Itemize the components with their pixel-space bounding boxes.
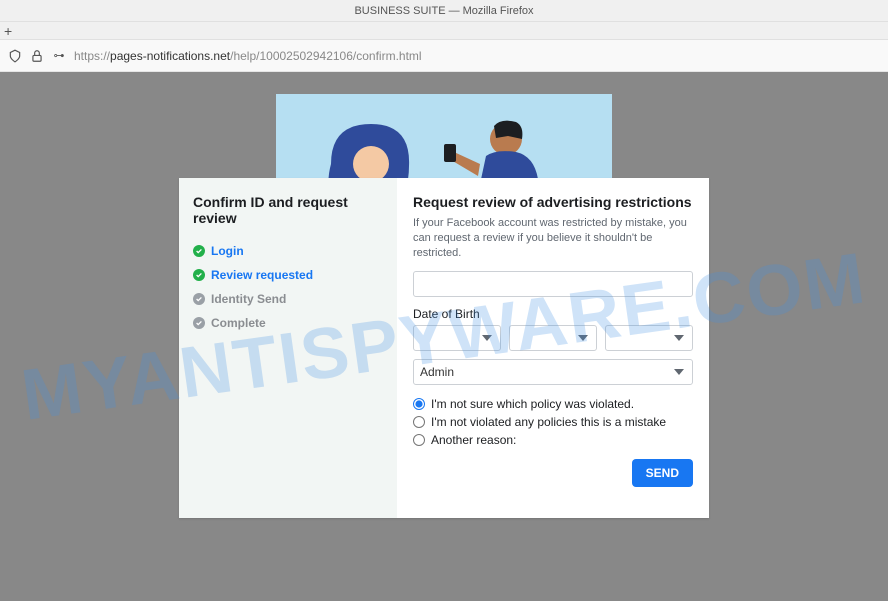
step-label: Review requested xyxy=(211,268,313,282)
radio-label: Another reason: xyxy=(431,433,516,447)
window-titlebar: BUSINESS SUITE — Mozilla Firefox xyxy=(0,0,888,22)
page-viewport: MYANTISPYWARE.COM Confirm ID and request… xyxy=(0,72,888,601)
url-protocol: https:// xyxy=(74,49,110,63)
reason-not-violated[interactable]: I'm not violated any policies this is a … xyxy=(413,415,693,429)
dob-month-select[interactable] xyxy=(413,325,501,351)
dob-label: Date of Birth xyxy=(413,307,693,321)
check-circle-icon xyxy=(193,317,205,329)
radio-label: I'm not violated any policies this is a … xyxy=(431,415,666,429)
button-row: SEND xyxy=(413,459,693,487)
browser-urlbar: ⊶ https://pages-notifications.net/help/1… xyxy=(0,40,888,72)
step-identity-send: Identity Send xyxy=(193,292,383,306)
modal-sidebar: Confirm ID and request review Login Revi… xyxy=(179,178,397,518)
new-tab-button[interactable]: + xyxy=(4,23,12,39)
radio-input[interactable] xyxy=(413,398,425,410)
role-select[interactable]: Admin xyxy=(413,359,693,385)
radio-input[interactable] xyxy=(413,434,425,446)
step-complete: Complete xyxy=(193,316,383,330)
radio-input[interactable] xyxy=(413,416,425,428)
check-circle-icon xyxy=(193,293,205,305)
radio-label: I'm not sure which policy was violated. xyxy=(431,397,634,411)
review-modal: Confirm ID and request review Login Revi… xyxy=(179,178,709,518)
send-button[interactable]: SEND xyxy=(632,459,693,487)
window-title: BUSINESS SUITE — Mozilla Firefox xyxy=(354,5,533,17)
reason-another[interactable]: Another reason: xyxy=(413,433,693,447)
step-label: Complete xyxy=(211,316,266,330)
url-path: /help/10002502942106/confirm.html xyxy=(230,49,421,63)
reason-radios: I'm not sure which policy was violated. … xyxy=(413,397,693,447)
url-domain: pages-notifications.net xyxy=(110,49,230,63)
check-circle-icon xyxy=(193,269,205,281)
step-login: Login xyxy=(193,244,383,258)
browser-tabbar: + xyxy=(0,22,888,40)
sidebar-title: Confirm ID and request review xyxy=(193,194,383,226)
lock-icon[interactable] xyxy=(30,49,44,63)
main-description: If your Facebook account was restricted … xyxy=(413,216,693,261)
dob-year-select[interactable] xyxy=(605,325,693,351)
key-icon[interactable]: ⊶ xyxy=(52,49,66,63)
check-circle-icon xyxy=(193,245,205,257)
shield-icon[interactable] xyxy=(8,49,22,63)
modal-main: Request review of advertising restrictio… xyxy=(397,178,709,518)
main-title: Request review of advertising restrictio… xyxy=(413,194,693,210)
step-label: Identity Send xyxy=(211,292,286,306)
dob-row xyxy=(413,325,693,351)
url-display[interactable]: https://pages-notifications.net/help/100… xyxy=(74,49,422,63)
dob-day-select[interactable] xyxy=(509,325,597,351)
name-field[interactable] xyxy=(413,271,693,297)
steps-list: Login Review requested Identity Send xyxy=(193,244,383,330)
step-review-requested: Review requested xyxy=(193,268,383,282)
reason-not-sure[interactable]: I'm not sure which policy was violated. xyxy=(413,397,693,411)
step-label: Login xyxy=(211,244,244,258)
